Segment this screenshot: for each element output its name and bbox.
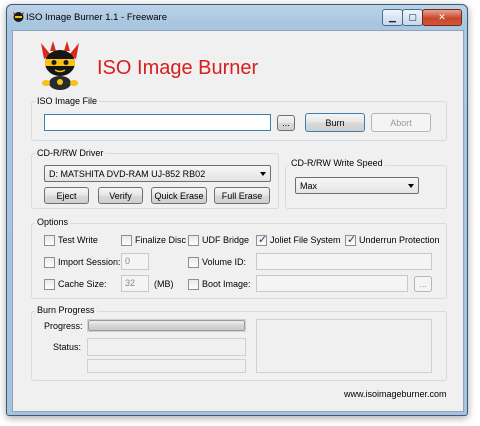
status-panel [87, 338, 246, 356]
driver-group-label: CD-R/RW Driver [35, 148, 106, 158]
drive-select[interactable]: D: MATSHITA DVD-RAM UJ-852 RB02 [44, 165, 271, 182]
boot-image-browse-button[interactable]: ... [414, 276, 432, 292]
verify-button[interactable]: Verify [98, 187, 143, 204]
cache-size-unit: (MB) [154, 279, 174, 289]
finalize-disc-checkbox[interactable] [121, 235, 132, 246]
chevron-down-icon [260, 172, 266, 176]
log-panel [256, 319, 432, 373]
quick-erase-button[interactable]: Quick Erase [151, 187, 207, 204]
abort-button[interactable]: Abort [371, 113, 431, 132]
mascot-logo [41, 41, 79, 90]
test-write-checkbox[interactable] [44, 235, 55, 246]
burn-button[interactable]: Burn [305, 113, 365, 132]
underrun-protection-checkbox[interactable] [345, 233, 356, 246]
boot-image-label: Boot Image: [202, 279, 251, 289]
options-group-label: Options [35, 217, 71, 227]
chevron-down-icon [408, 184, 414, 188]
volume-id-checkbox[interactable] [188, 257, 199, 268]
underrun-protection-label: Underrun Protection [359, 235, 440, 245]
drive-select-value: D: MATSHITA DVD-RAM UJ-852 RB02 [49, 169, 206, 179]
progress-bar-fill [88, 320, 245, 331]
client-area: ISO Image Burner ISO Image File ... Burn… [12, 30, 464, 412]
cache-size-label: Cache Size: [58, 279, 107, 289]
joliet-checkbox[interactable] [256, 233, 267, 246]
minimize-icon: ▁ [389, 12, 396, 22]
maximize-button[interactable]: ▢ [402, 9, 423, 26]
cache-size-checkbox[interactable] [44, 279, 55, 290]
progress-label: Progress: [44, 321, 83, 331]
write-speed-select[interactable]: Max [295, 177, 419, 194]
udf-bridge-checkbox[interactable] [188, 235, 199, 246]
status-detail-panel [87, 359, 246, 373]
app-name-heading: ISO Image Burner [97, 57, 259, 79]
volume-id-label: Volume ID: [202, 257, 247, 267]
minimize-button[interactable]: ▁ [382, 9, 403, 26]
iso-file-group-label: ISO Image File [35, 96, 100, 106]
boot-image-input[interactable] [256, 275, 408, 292]
eject-button[interactable]: Eject [44, 187, 89, 204]
finalize-disc-label: Finalize Disc [135, 235, 187, 245]
iso-browse-button[interactable]: ... [277, 115, 295, 131]
import-session-input[interactable]: 0 [121, 253, 149, 270]
app-mascot-icon [13, 12, 24, 22]
volume-id-input[interactable] [256, 253, 432, 270]
maximize-icon: ▢ [408, 12, 417, 22]
burn-progress-group-label: Burn Progress [35, 305, 97, 315]
import-session-label: Import Session: [58, 257, 121, 267]
full-erase-button[interactable]: Full Erase [214, 187, 270, 204]
website-link[interactable]: www.isoimageburner.com [344, 389, 447, 399]
write-speed-group-label: CD-R/RW Write Speed [289, 158, 385, 168]
iso-path-input[interactable] [44, 114, 271, 131]
udf-bridge-label: UDF Bridge [202, 235, 250, 245]
progress-bar-track [87, 319, 246, 332]
import-session-checkbox[interactable] [44, 257, 55, 268]
test-write-label: Test Write [58, 235, 98, 245]
joliet-label: Joliet File System [270, 235, 341, 245]
status-label: Status: [53, 342, 82, 352]
close-icon: ✕ [438, 12, 446, 22]
close-button[interactable]: ✕ [422, 9, 462, 26]
write-speed-select-value: Max [300, 181, 318, 191]
cache-size-input[interactable]: 32 [121, 275, 149, 292]
boot-image-checkbox[interactable] [188, 279, 199, 290]
window-title: ISO Image Burner 1.1 - Freeware [26, 12, 167, 23]
